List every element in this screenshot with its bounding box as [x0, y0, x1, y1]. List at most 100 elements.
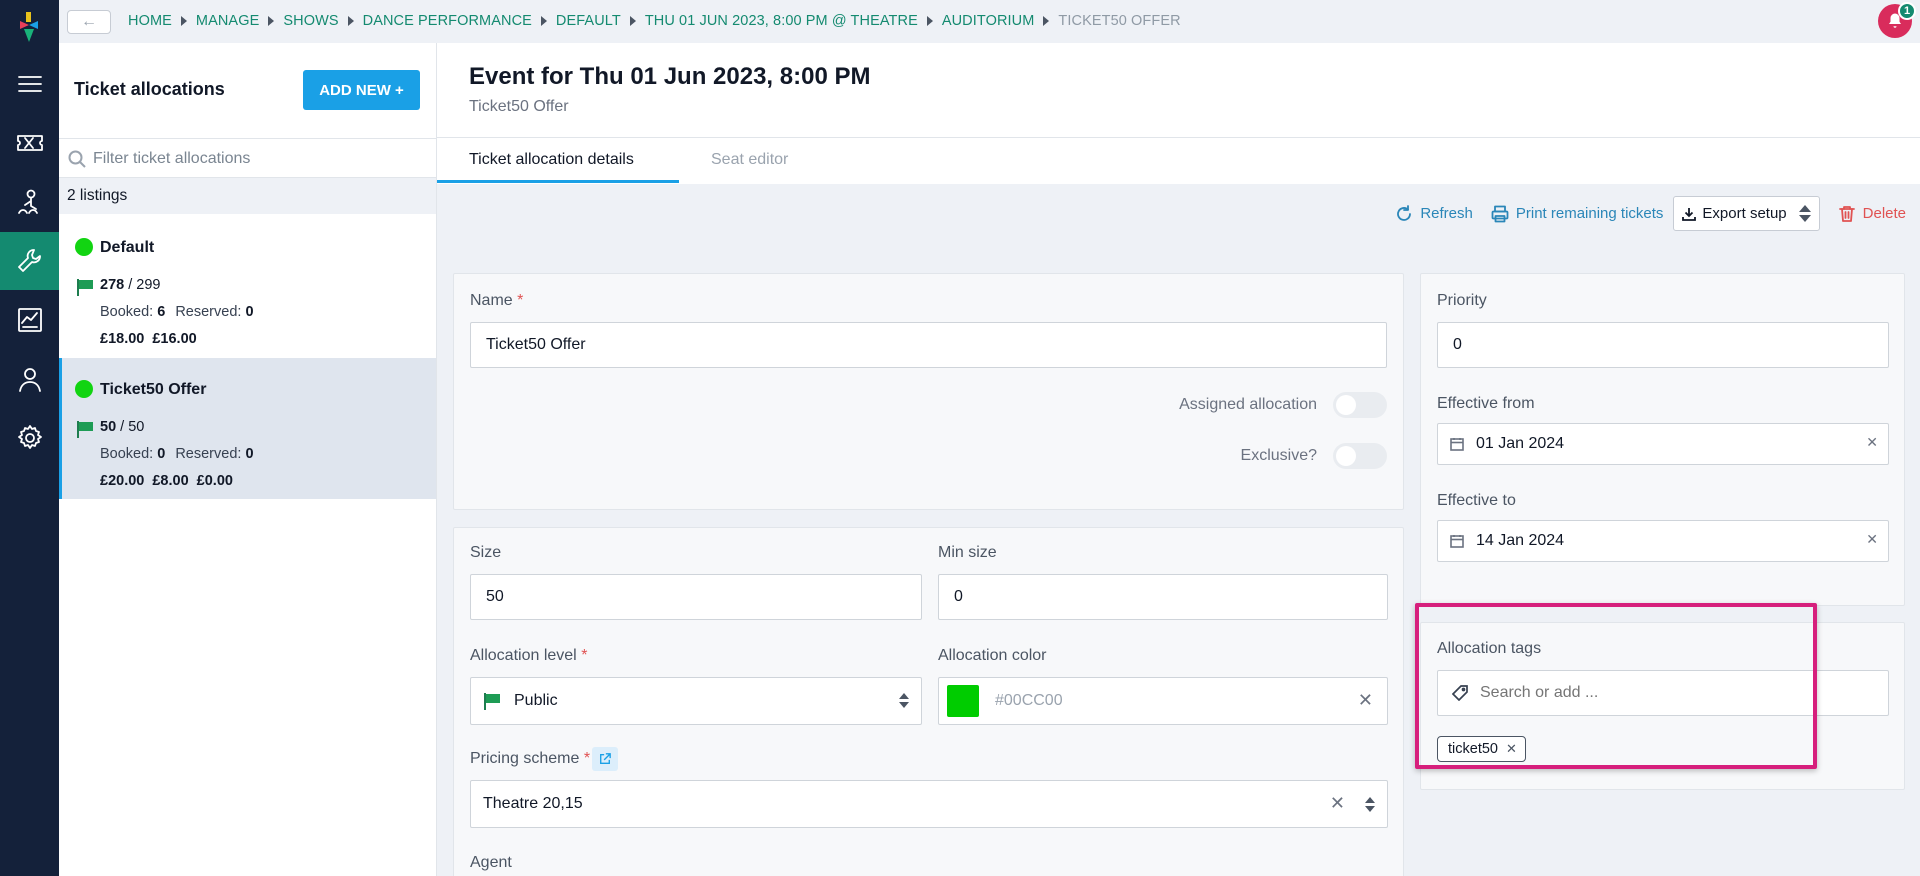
allocation-item-default[interactable]: Default 278 / 299 Booked: 6 Reserved: 0 £…: [59, 216, 436, 357]
user-icon[interactable]: [0, 350, 59, 408]
delete-button[interactable]: Delete: [1838, 205, 1906, 223]
allocation-level-select[interactable]: Public: [470, 677, 922, 725]
effective-to-label: Effective to: [1437, 492, 1516, 509]
settings-gear-icon[interactable]: [0, 409, 59, 467]
breadcrumb-default[interactable]: DEFAULT: [556, 13, 621, 29]
chevron-right-icon: [180, 16, 187, 26]
tab-bar: Ticket allocation details Seat editor: [437, 137, 1920, 183]
calendar-icon: [1450, 438, 1464, 451]
app-logo-icon[interactable]: [17, 12, 41, 42]
audience-icon[interactable]: [0, 173, 59, 231]
allocation-prices: £20.00 £8.00 £0.00: [100, 473, 233, 489]
allocation-name: Default: [100, 239, 155, 256]
status-dot-icon: [75, 380, 93, 398]
breadcrumb-shows[interactable]: SHOWS: [283, 13, 338, 29]
assigned-allocation-row: Assigned allocation: [1179, 392, 1387, 418]
refresh-button[interactable]: Refresh: [1395, 204, 1473, 223]
tag-icon: [1452, 685, 1468, 701]
printer-icon: [1491, 205, 1509, 222]
listings-count: 2 listings: [67, 187, 128, 204]
min-size-label: Min size: [938, 544, 997, 561]
tag-chip: ticket50 ✕: [1437, 736, 1526, 762]
scheduling-card: Priority 0 Effective from 01 Jan 2024 ✕ …: [1420, 273, 1905, 606]
breadcrumb-venue[interactable]: AUDITORIUM: [942, 13, 1035, 29]
pricing-scheme-label: Pricing scheme *: [470, 750, 591, 767]
chevron-right-icon: [629, 16, 636, 26]
page-title: Event for Thu 01 Jun 2023, 8:00 PM: [469, 63, 871, 90]
clear-color-icon[interactable]: ✕: [1358, 690, 1373, 711]
priority-label: Priority: [1437, 292, 1487, 309]
effective-to-input[interactable]: 14 Jan 2024 ✕: [1437, 520, 1889, 562]
filter-input[interactable]: [93, 147, 413, 171]
allocation-name: Ticket50 Offer: [100, 381, 207, 398]
chevron-right-icon: [540, 16, 547, 26]
breadcrumb-show[interactable]: DANCE PERFORMANCE: [363, 13, 532, 29]
min-size-input[interactable]: 0: [938, 574, 1388, 620]
allocation-capacity: 50 / 50: [100, 419, 145, 435]
clear-date-icon[interactable]: ✕: [1866, 531, 1878, 548]
select-arrows-icon: [1365, 797, 1375, 812]
tag-label: ticket50: [1448, 741, 1498, 757]
allocation-color-label: Allocation color: [938, 647, 1047, 664]
select-arrows-icon: [899, 693, 909, 708]
color-value: #00CC00: [995, 692, 1063, 709]
tags-search-input[interactable]: [1480, 684, 1860, 702]
notification-count-badge: 1: [1898, 2, 1916, 20]
name-label: Name *: [470, 292, 524, 309]
status-dot-icon: [75, 238, 93, 256]
effective-from-input[interactable]: 01 Jan 2024 ✕: [1437, 423, 1889, 465]
breadcrumb-current: TICKET50 OFFER: [1058, 13, 1181, 29]
notifications-button[interactable]: 1: [1878, 2, 1916, 38]
chevron-right-icon: [268, 16, 275, 26]
refresh-icon: [1397, 204, 1412, 221]
tab-allocation-details[interactable]: Ticket allocation details: [437, 138, 679, 183]
assigned-allocation-toggle[interactable]: [1333, 392, 1387, 418]
size-label: Size: [470, 544, 502, 561]
tickets-icon[interactable]: [0, 114, 59, 172]
breadcrumb: HOME MANAGE SHOWS DANCE PERFORMANCE DEFA…: [128, 13, 1181, 29]
size-input[interactable]: 50: [470, 574, 922, 620]
breadcrumb-event[interactable]: THU 01 JUN 2023, 8:00 PM @ THEATRE: [645, 13, 918, 29]
flag-icon: [77, 421, 93, 438]
filter-bar: [59, 138, 436, 178]
clear-pricing-icon[interactable]: ✕: [1330, 793, 1345, 814]
tags-search-field[interactable]: [1437, 670, 1889, 716]
breadcrumb-home[interactable]: HOME: [128, 13, 172, 29]
panel-title: Ticket allocations: [74, 79, 225, 99]
allocation-color-field[interactable]: #00CC00 ✕: [938, 677, 1388, 725]
external-link-icon[interactable]: [592, 747, 618, 771]
remove-tag-icon[interactable]: ✕: [1506, 741, 1517, 757]
trash-icon: [1838, 205, 1855, 222]
export-setup-select[interactable]: Export setup: [1673, 196, 1820, 231]
tags-card: Allocation tags ticket50 ✕: [1420, 622, 1905, 790]
breadcrumb-manage[interactable]: MANAGE: [196, 13, 259, 29]
chevron-right-icon: [926, 16, 933, 26]
arrow-left-icon: ←: [81, 13, 97, 30]
pricing-scheme-select[interactable]: Theatre 20,15 ✕: [470, 780, 1388, 828]
allocation-level-label: Allocation level *: [470, 647, 588, 664]
tools-icon[interactable]: [0, 232, 59, 290]
allocation-booked-reserved: Booked: 0 Reserved: 0: [100, 446, 254, 462]
add-new-button[interactable]: ADD NEW +: [303, 70, 420, 110]
allocations-panel: Ticket allocations ADD NEW + 2 listings …: [59, 43, 437, 876]
color-swatch[interactable]: [947, 685, 979, 717]
priority-input[interactable]: 0: [1437, 322, 1889, 368]
allocation-prices: £18.00 £16.00: [100, 331, 197, 347]
clear-date-icon[interactable]: ✕: [1866, 434, 1878, 451]
content-area: Refresh Print remaining tickets Export s…: [437, 184, 1920, 876]
flag-icon: [484, 693, 500, 710]
calendar-icon: [1450, 535, 1464, 548]
search-icon: [68, 150, 86, 168]
effective-from-label: Effective from: [1437, 395, 1535, 412]
name-input[interactable]: Ticket50 Offer: [470, 322, 1387, 368]
tab-seat-editor[interactable]: Seat editor: [679, 138, 820, 183]
exclusive-label: Exclusive?: [1240, 447, 1317, 464]
back-button[interactable]: ←: [67, 10, 111, 34]
exclusive-toggle[interactable]: [1333, 443, 1387, 469]
page-subtitle: Ticket50 Offer: [469, 98, 569, 115]
print-remaining-button[interactable]: Print remaining tickets: [1491, 205, 1663, 223]
menu-icon[interactable]: [0, 55, 59, 113]
top-bar: ← HOME MANAGE SHOWS DANCE PERFORMANCE DE…: [59, 0, 1920, 43]
allocation-item-ticket50-offer[interactable]: Ticket50 Offer 50 / 50 Booked: 0 Reserved…: [59, 358, 436, 499]
reports-icon[interactable]: [0, 291, 59, 349]
